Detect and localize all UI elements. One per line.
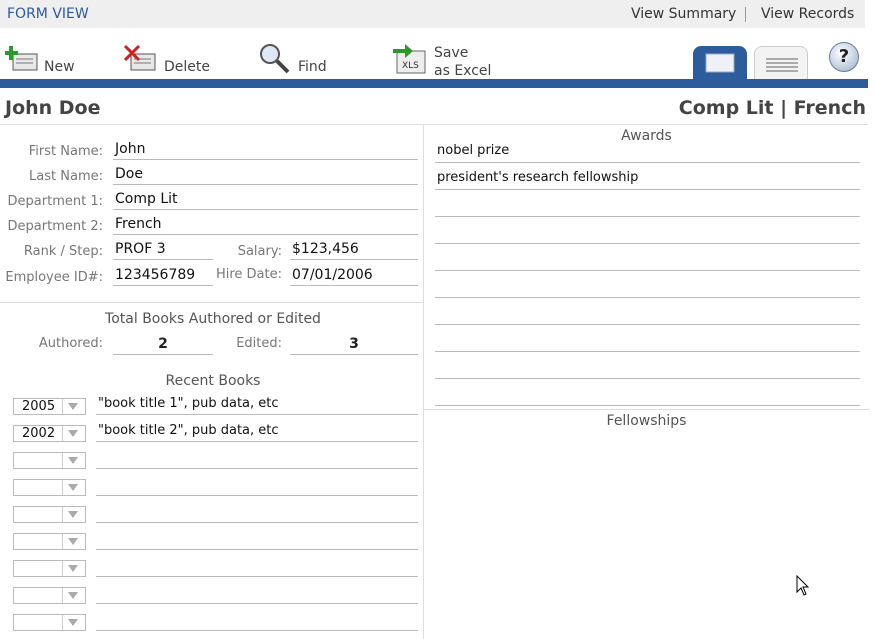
salary-field[interactable]: $123,456 bbox=[290, 241, 418, 260]
chevron-down-icon bbox=[62, 534, 85, 549]
record-departments-title: Comp Lit | French bbox=[678, 97, 866, 119]
fields-divider bbox=[0, 302, 423, 303]
award-field[interactable] bbox=[435, 305, 860, 325]
save-label-line1: Save bbox=[434, 45, 469, 61]
awards-divider bbox=[424, 409, 870, 410]
book-title-field[interactable]: "book title 1", pub data, etc bbox=[96, 396, 418, 415]
new-label[interactable]: New bbox=[44, 59, 75, 75]
book-title-field[interactable] bbox=[96, 504, 418, 523]
find-button[interactable] bbox=[258, 42, 292, 78]
rank-step-field[interactable]: PROF 3 bbox=[113, 241, 213, 260]
chevron-down-icon bbox=[62, 426, 85, 441]
view-summary-link[interactable]: View Summary bbox=[631, 6, 736, 22]
book-year-select[interactable] bbox=[13, 479, 86, 496]
department1-label: Department 1: bbox=[7, 194, 103, 209]
award-field[interactable] bbox=[435, 386, 860, 406]
save-label-line2: as Excel bbox=[434, 63, 492, 79]
record-name-title: John Doe bbox=[5, 97, 101, 119]
book-title-field[interactable] bbox=[96, 531, 418, 550]
salary-label: Salary: bbox=[237, 244, 282, 259]
award-field[interactable] bbox=[435, 251, 860, 271]
hire-date-field[interactable]: 07/01/2006 bbox=[290, 267, 418, 286]
chevron-down-icon bbox=[62, 399, 85, 414]
authored-count-field[interactable]: 2 bbox=[113, 336, 213, 355]
title-divider bbox=[0, 124, 868, 125]
hire-date-label: Hire Date: bbox=[215, 267, 282, 282]
list-view-icon bbox=[766, 58, 798, 72]
chevron-down-icon bbox=[62, 507, 85, 522]
book-year-select[interactable] bbox=[13, 533, 86, 550]
toolbar-accent-band bbox=[0, 79, 868, 88]
form-view-label: FORM VIEW bbox=[7, 6, 89, 22]
chevron-down-icon bbox=[62, 453, 85, 468]
book-year-select[interactable]: 2005 bbox=[13, 398, 86, 415]
book-year-select[interactable] bbox=[13, 587, 86, 604]
last-name-label: Last Name: bbox=[29, 169, 103, 184]
excel-icon: XLS bbox=[393, 44, 426, 74]
view-records-link[interactable]: View Records bbox=[761, 6, 854, 22]
award-field[interactable] bbox=[435, 332, 860, 352]
book-title-field[interactable] bbox=[96, 585, 418, 604]
delete-icon bbox=[123, 44, 156, 71]
new-button[interactable] bbox=[4, 44, 39, 78]
department2-field[interactable]: French bbox=[113, 216, 418, 235]
list-view-tab[interactable] bbox=[754, 46, 808, 79]
award-field[interactable] bbox=[435, 278, 860, 298]
book-title-field[interactable]: "book title 2", pub data, etc bbox=[96, 423, 418, 442]
total-books-heading: Total Books Authored or Edited bbox=[105, 311, 321, 327]
magnifier-icon bbox=[260, 44, 290, 74]
award-field[interactable] bbox=[435, 224, 860, 244]
award-field[interactable]: president's research fellowship bbox=[435, 170, 860, 190]
delete-label[interactable]: Delete bbox=[164, 59, 210, 75]
mouse-cursor-icon bbox=[796, 575, 810, 596]
employee-id-field[interactable]: 123456789 bbox=[113, 267, 213, 286]
department2-label: Department 2: bbox=[7, 219, 103, 234]
svg-text:XLS: XLS bbox=[402, 61, 419, 71]
awards-heading: Awards bbox=[621, 128, 672, 144]
save-excel-label[interactable]: Save as Excel bbox=[434, 44, 491, 80]
book-year-select[interactable] bbox=[13, 506, 86, 523]
recent-books-heading: Recent Books bbox=[165, 373, 261, 389]
chevron-down-icon bbox=[62, 561, 85, 576]
employee-id-label: Employee ID#: bbox=[5, 270, 103, 285]
book-year-select[interactable] bbox=[13, 560, 86, 577]
award-field[interactable] bbox=[435, 359, 860, 379]
form-view-icon bbox=[705, 53, 735, 73]
book-title-field[interactable] bbox=[96, 450, 418, 469]
book-title-field[interactable] bbox=[96, 558, 418, 577]
chevron-down-icon bbox=[62, 615, 85, 630]
new-icon bbox=[4, 46, 38, 71]
help-icon[interactable]: ? bbox=[829, 42, 859, 72]
delete-button[interactable] bbox=[123, 44, 157, 78]
book-title-field[interactable] bbox=[96, 612, 418, 631]
award-field[interactable]: nobel prize bbox=[435, 143, 860, 163]
edited-label: Edited: bbox=[236, 336, 282, 351]
first-name-field[interactable]: John bbox=[113, 141, 418, 160]
last-name-field[interactable]: Doe bbox=[113, 166, 418, 185]
rank-step-label: Rank / Step: bbox=[23, 244, 103, 259]
chevron-down-icon bbox=[62, 480, 85, 495]
book-year-select[interactable] bbox=[13, 452, 86, 469]
book-title-field[interactable] bbox=[96, 477, 418, 496]
nav-separator bbox=[745, 7, 746, 22]
save-excel-button[interactable]: XLS bbox=[391, 41, 429, 79]
find-label[interactable]: Find bbox=[298, 59, 327, 75]
first-name-label: First Name: bbox=[28, 144, 103, 159]
book-year-value: 2002 bbox=[22, 426, 56, 441]
award-field[interactable] bbox=[435, 197, 860, 217]
book-year-value: 2005 bbox=[22, 399, 56, 414]
fellowships-heading: Fellowships bbox=[606, 413, 687, 429]
book-year-select[interactable]: 2002 bbox=[13, 425, 86, 442]
form-view-tab[interactable] bbox=[693, 46, 747, 79]
edited-count-field[interactable]: 3 bbox=[290, 336, 418, 355]
chevron-down-icon bbox=[62, 588, 85, 603]
department1-field[interactable]: Comp Lit bbox=[113, 191, 418, 210]
book-year-select[interactable] bbox=[13, 614, 86, 631]
authored-label: Authored: bbox=[38, 336, 103, 351]
